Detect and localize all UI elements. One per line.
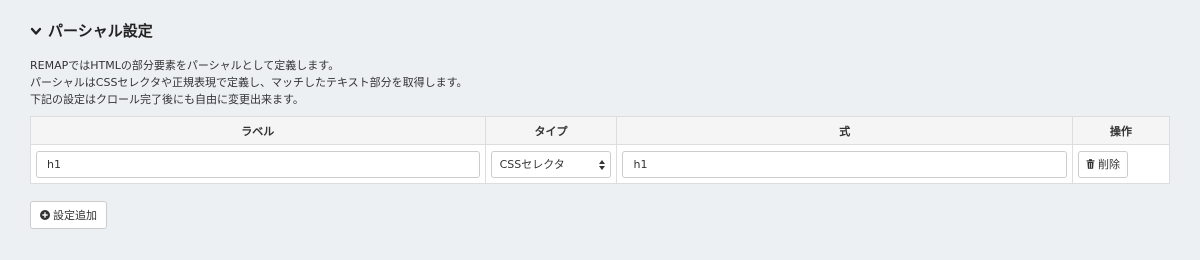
expression-cell	[616, 144, 1074, 184]
table-header-row: ラベル タイプ 式 操作	[30, 116, 1170, 145]
partials-table: ラベル タイプ 式 操作 CSSセレクタ	[30, 116, 1170, 184]
description-line: パーシャルはCSSセレクタや正規表現で定義し、マッチしたテキスト部分を取得します…	[30, 76, 468, 89]
plus-circle-icon	[40, 210, 50, 220]
header-expression: 式	[616, 116, 1074, 145]
type-select-value: CSSセレクタ	[499, 158, 565, 171]
chevron-down-icon[interactable]	[30, 25, 42, 37]
add-setting-button-label: 設定追加	[53, 209, 97, 222]
select-arrows-icon	[599, 157, 606, 173]
expression-input[interactable]	[622, 150, 1068, 178]
header-type: タイプ	[484, 116, 618, 145]
header-label: ラベル	[30, 116, 486, 145]
header-actions: 操作	[1072, 116, 1170, 145]
description-line: 下記の設定はクロール完了後にも自由に変更出来ます。	[30, 93, 304, 106]
label-input[interactable]	[36, 150, 480, 178]
add-setting-button[interactable]: 設定追加	[30, 201, 107, 229]
trash-icon	[1086, 159, 1095, 169]
delete-button-label: 削除	[1098, 158, 1121, 171]
type-cell: CSSセレクタ	[484, 144, 618, 184]
table-row: CSSセレクタ	[30, 144, 1170, 184]
actions-cell: 削除	[1072, 144, 1170, 184]
description: REMAPではHTMLの部分要素をパーシャルとして定義します。 パーシャルはCS…	[30, 57, 468, 108]
section-header[interactable]: パーシャル設定	[30, 20, 153, 41]
label-cell	[30, 144, 486, 184]
description-line: REMAPではHTMLの部分要素をパーシャルとして定義します。	[30, 59, 340, 72]
delete-button[interactable]: 削除	[1078, 150, 1129, 178]
type-select[interactable]: CSSセレクタ	[490, 150, 612, 178]
section-title: パーシャル設定	[48, 22, 153, 40]
